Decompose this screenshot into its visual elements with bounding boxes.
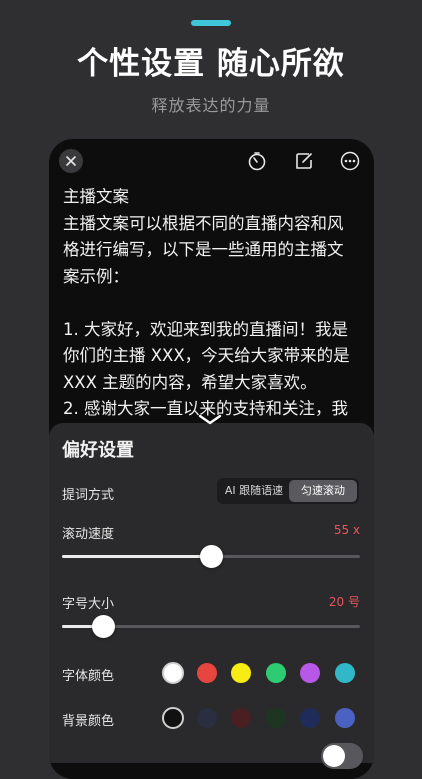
color-swatch[interactable] (334, 708, 355, 728)
font-size-value: 20 号 (328, 595, 360, 609)
hero-title: 个性设置 随心所欲 (77, 46, 345, 82)
toggle-switch[interactable] (321, 743, 363, 769)
bg-color-label: 背景颜色 (62, 714, 115, 729)
font-size-thumb[interactable] (92, 615, 116, 638)
close-button[interactable] (59, 149, 83, 173)
prompt-mode-segmented: AI 跟随语速 匀速滚动 (217, 478, 359, 504)
scroll-speed-fill (62, 555, 211, 558)
script-line: 主播文案可以根据不同的直播内容和风 (63, 213, 344, 233)
color-swatch[interactable] (265, 708, 286, 728)
prompt-mode-label: 提词方式 (62, 488, 115, 503)
color-swatch[interactable] (231, 663, 251, 683)
scroll-speed-label: 滚动速度 (62, 527, 115, 542)
script-line: 1. 大家好，欢迎来到我的直播间！我是 (63, 319, 348, 339)
font-color-swatches (162, 662, 362, 687)
close-icon (66, 156, 76, 166)
color-swatch[interactable] (231, 708, 251, 728)
preferences-sheet: 偏好设置 提词方式 AI 跟随语速 匀速滚动 滚动速度 55 x 字号大小 20… (49, 414, 374, 769)
option-constant-scroll[interactable]: 匀速滚动 (289, 480, 357, 502)
script-line: 主播文案 (63, 187, 129, 206)
color-swatch[interactable] (196, 663, 217, 683)
script-line: 格进行编写，以下是一些通用的主播文 (63, 240, 344, 259)
color-swatch[interactable] (162, 707, 184, 729)
color-swatch[interactable] (162, 662, 184, 684)
sheet-title: 偏好设置 (62, 440, 134, 461)
accent-bar (191, 20, 231, 26)
scroll-speed-value: 55 x (333, 523, 360, 537)
edit-button[interactable] (292, 149, 316, 173)
script-line: 案示例： (63, 266, 129, 286)
bg-color-swatches (162, 707, 362, 732)
script-line: XXX 主题的内容，希望大家喜欢。 (63, 372, 317, 392)
scroll-speed-thumb[interactable] (199, 545, 223, 568)
timer-button[interactable] (245, 149, 269, 173)
color-swatch[interactable] (300, 708, 320, 728)
chevron-down-icon[interactable] (197, 413, 223, 427)
more-button[interactable] (338, 149, 362, 173)
color-swatch[interactable] (196, 708, 217, 728)
more-icon (340, 151, 360, 171)
hero-subtitle: 释放表达的力量 (151, 96, 271, 115)
scroll-speed-slider[interactable] (62, 545, 360, 568)
color-swatch[interactable] (300, 663, 320, 683)
timer-icon (248, 152, 266, 171)
font-size-slider[interactable] (62, 615, 360, 638)
edit-icon (296, 153, 312, 169)
script-line (63, 290, 363, 317)
font-color-label: 字体颜色 (62, 669, 115, 684)
teleprompter-toolbar (49, 139, 374, 184)
toggle-knob (323, 745, 345, 767)
script-text: 主播文案 主播文案可以根据不同的直播内容和风 格进行编写，以下是一些通用的主播文… (63, 184, 363, 423)
script-line: 你们的主播 XXX，今天给大家带来的是 (63, 346, 350, 365)
option-ai-follow[interactable]: AI 跟随语速 (219, 480, 289, 502)
color-swatch[interactable] (334, 663, 355, 683)
color-swatch[interactable] (265, 663, 286, 683)
font-size-label: 字号大小 (62, 597, 115, 612)
